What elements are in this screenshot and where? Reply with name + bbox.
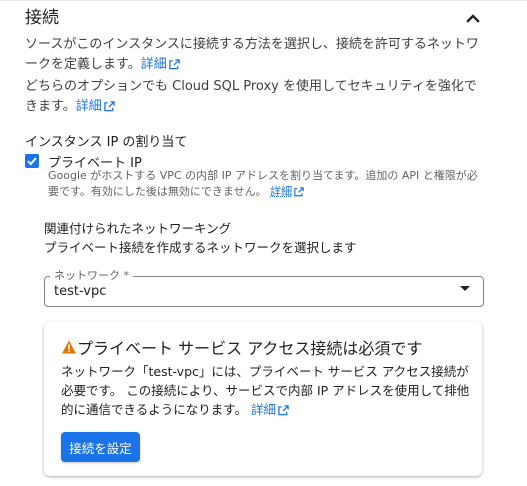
warning-icon: [62, 340, 76, 354]
private-ip-learn-more-link[interactable]: 詳細: [270, 185, 304, 198]
learn-more-link-2[interactable]: 詳細: [76, 99, 115, 114]
setup-connection-button[interactable]: 接続を設定: [61, 432, 140, 462]
external-link-icon: [294, 187, 304, 197]
intro-paragraph-2: どちらのオプションでも Cloud SQL Proxy を使用してセキュリティを…: [25, 77, 485, 117]
external-link-icon: [278, 405, 289, 416]
external-link-icon: [168, 59, 180, 70]
warning-card-body: ネットワーク「test-vpc」には、プライベート サービス アクセス接続が必要…: [61, 362, 481, 419]
connection-panel: 接続 ソースがこのインスタンスに接続する方法を選択し、接続を許可するネットワーク…: [0, 0, 527, 486]
network-select-label: ネットワーク *: [50, 267, 133, 283]
collapse-button[interactable]: [462, 7, 484, 29]
private-ip-learn-more-label: 詳細: [270, 185, 293, 198]
learn-more-link-1[interactable]: 詳細: [141, 57, 180, 72]
network-select-value[interactable]: test-vpc: [54, 284, 106, 299]
private-ip-help-text: Google がホストする VPC の内部 IP アドレスを割り当てます。追加の…: [48, 169, 478, 198]
intro-text-1: ソースがこのインスタンスに接続する方法を選択し、接続を許可するネットワークを定義…: [25, 37, 479, 72]
checkmark-icon: [27, 157, 37, 166]
external-link-icon: [103, 101, 115, 112]
intro-paragraph-1: ソースがこのインスタンスに接続する方法を選択し、接続を許可するネットワークを定義…: [25, 35, 485, 75]
learn-more-link-1-label: 詳細: [140, 57, 167, 72]
top-divider: [0, 0, 527, 1]
networking-description: プライベート接続を作成するネットワークを選択します: [44, 240, 357, 255]
networking-title: 関連付けられたネットワーキング: [44, 221, 232, 236]
warning-card-title: プライベート サービス アクセス接続は必須です: [77, 339, 423, 358]
private-ip-help: Google がホストする VPC の内部 IP アドレスを割り当てます。追加の…: [48, 168, 488, 200]
dropdown-arrow-icon[interactable]: [460, 286, 470, 291]
warning-learn-more-link[interactable]: 詳細: [251, 402, 289, 417]
private-ip-checkbox[interactable]: [25, 154, 39, 168]
ip-assignment-label: インスタンス IP の割り当て: [25, 135, 188, 150]
learn-more-link-2-label: 詳細: [75, 99, 102, 114]
section-title: 接続: [25, 8, 59, 28]
chevron-up-icon: [466, 14, 480, 23]
warning-learn-more-label: 詳細: [251, 402, 277, 417]
